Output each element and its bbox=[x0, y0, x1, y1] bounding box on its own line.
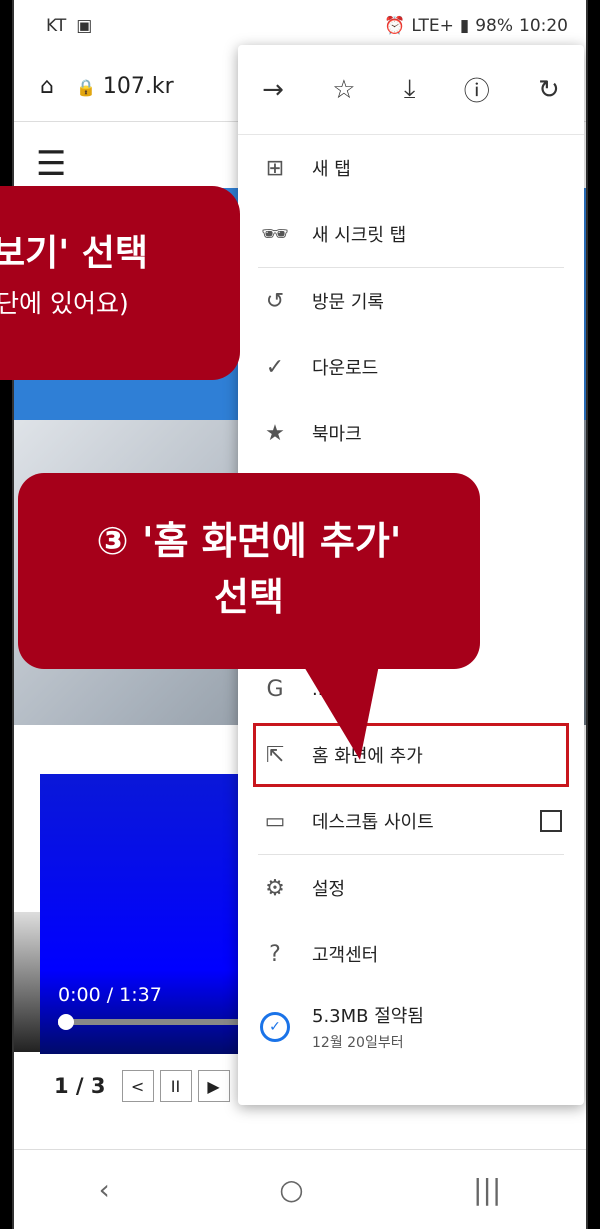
refresh-icon[interactable]: ↻ bbox=[538, 75, 560, 105]
new-tab-icon: ⊞ bbox=[265, 155, 285, 181]
star-icon: ★ bbox=[265, 420, 285, 446]
home-nav-icon[interactable]: ○ bbox=[279, 1173, 303, 1206]
pause-icon[interactable]: II bbox=[159, 1070, 192, 1102]
menu-item-history[interactable]: ↺ 방문 기록 bbox=[238, 268, 584, 334]
carrier-label: KT bbox=[46, 16, 67, 36]
video-time: 0:00 / 1:37 bbox=[58, 984, 162, 1006]
home-icon[interactable]: ⌂ bbox=[40, 74, 54, 99]
settings-icon: ⚙ bbox=[265, 875, 285, 901]
network-label: LTE+ bbox=[411, 16, 454, 36]
step2-line1: 보기' 선택 bbox=[0, 233, 149, 274]
add-home-icon: ⇱ bbox=[265, 742, 285, 768]
desktop-checkbox[interactable] bbox=[540, 810, 562, 832]
menu-label: 고객센터 bbox=[312, 945, 379, 966]
menu-toolbar: → ☆ ⤓ ⓘ ↻ bbox=[238, 45, 584, 135]
menu-item-downloads[interactable]: ✓ 다운로드 bbox=[238, 334, 584, 400]
android-nav-bar: ‹ ○ ||| bbox=[14, 1149, 586, 1229]
menu-label: 설정 bbox=[312, 879, 346, 900]
menu-label: 방문 기록 bbox=[312, 292, 384, 313]
menu-item-bookmarks[interactable]: ★ 북마크 bbox=[238, 400, 584, 466]
help-icon: ? bbox=[269, 941, 281, 967]
battery-label: 98% bbox=[475, 16, 513, 36]
step3-line1: ③ '홈 화면에 추가' bbox=[96, 519, 402, 563]
step3-line2: 선택 bbox=[214, 575, 284, 619]
bookmark-star-icon[interactable]: ☆ bbox=[332, 75, 355, 105]
forward-icon[interactable]: → bbox=[262, 75, 284, 105]
download-page-icon[interactable]: ⤓ bbox=[404, 74, 416, 105]
back-nav-icon[interactable]: ‹ bbox=[99, 1173, 110, 1206]
menu-item-settings[interactable]: ⚙ 설정 bbox=[238, 855, 584, 921]
desktop-icon: ▭ bbox=[264, 808, 286, 834]
play-icon[interactable]: ▶ bbox=[197, 1070, 230, 1102]
step2-line2: 단에 있어요) bbox=[0, 289, 129, 318]
gallery-icon: ▣ bbox=[76, 16, 93, 36]
menu-item-new-tab[interactable]: ⊞ 새 탭 bbox=[238, 135, 584, 201]
menu-item-incognito[interactable]: 🕶 새 시크릿 탭 bbox=[238, 201, 584, 267]
step2-callout: 보기' 선택 단에 있어요) bbox=[0, 186, 240, 380]
menu-label: 새 탭 bbox=[312, 159, 351, 180]
signal-icon: ▮ bbox=[459, 16, 470, 36]
saved-amount: 5.3MB 절약됨 bbox=[312, 1006, 424, 1027]
slide-pager: 1 / 3 < II ▶ bbox=[54, 1070, 230, 1102]
alarm-icon: ⏰ bbox=[384, 16, 406, 36]
menu-item-data-saved[interactable]: ✓ 5.3MB 절약됨 12월 20일부터 bbox=[238, 987, 584, 1067]
video-edge bbox=[14, 912, 40, 1052]
menu-label: 북마크 bbox=[312, 424, 362, 445]
saved-since: 12월 20일부터 bbox=[312, 1035, 404, 1051]
hamburger-menu-icon[interactable]: ☰ bbox=[36, 144, 66, 184]
download-icon: ✓ bbox=[265, 354, 285, 380]
translate-icon: G bbox=[266, 676, 284, 702]
url-text: 107.kr bbox=[102, 74, 174, 99]
incognito-icon: 🕶 bbox=[261, 221, 289, 247]
menu-item-help[interactable]: ? 고객센터 bbox=[238, 921, 584, 987]
time-label: 10:20 bbox=[519, 16, 568, 36]
prev-icon[interactable]: < bbox=[121, 1070, 154, 1102]
menu-item-desktop-site[interactable]: ▭ 데스크톱 사이트 bbox=[238, 788, 584, 854]
step3-callout-tail bbox=[300, 660, 380, 760]
menu-label: 새 시크릿 탭 bbox=[312, 225, 407, 246]
info-icon[interactable]: ⓘ bbox=[464, 71, 490, 108]
recents-nav-icon[interactable]: ||| bbox=[473, 1173, 501, 1206]
url-field[interactable]: 🔒 107.kr bbox=[76, 74, 174, 99]
seek-knob[interactable] bbox=[58, 1014, 74, 1030]
lock-icon: 🔒 bbox=[75, 78, 96, 97]
page-indicator: 1 / 3 bbox=[54, 1074, 106, 1098]
menu-label: 데스크톱 사이트 bbox=[312, 812, 434, 833]
menu-label: 다운로드 bbox=[312, 358, 379, 379]
step3-callout: ③ '홈 화면에 추가' 선택 bbox=[18, 473, 480, 669]
history-icon: ↺ bbox=[265, 288, 285, 314]
data-saver-icon: ✓ bbox=[260, 1012, 290, 1042]
